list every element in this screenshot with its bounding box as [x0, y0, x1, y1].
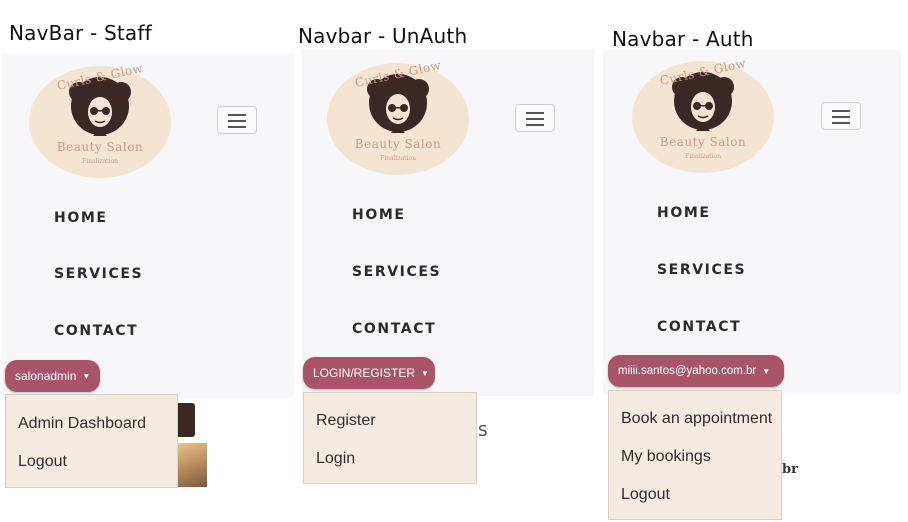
hamburger-icon-bar	[228, 126, 246, 128]
caption-staff: NavBar - Staff	[9, 21, 152, 45]
menu-item-login[interactable]: Login	[316, 450, 355, 468]
hamburger-icon-bar	[832, 110, 850, 112]
logo-tagline: Finalization	[380, 155, 416, 162]
dropdown-menu-staff: Admin Dashboard Logout	[5, 394, 178, 488]
background-avatar	[178, 443, 207, 487]
nav-contact[interactable]: CONTACT	[352, 321, 436, 337]
menu-item-register[interactable]: Register	[316, 412, 376, 430]
hamburger-icon-bar	[832, 122, 850, 124]
hamburger-icon-bar	[526, 118, 544, 120]
logo-name: Beauty Salon	[659, 135, 747, 149]
user-dropdown-button[interactable]: salonadmin ▼	[5, 360, 100, 392]
menu-item-book-appointment[interactable]: Book an appointment	[621, 410, 772, 428]
logo-tagline: Finalization	[82, 158, 118, 165]
nav-services[interactable]: SERVICES	[54, 266, 143, 282]
brand-logo[interactable]: Curls & Glow Beauty Salon Finalization	[632, 56, 774, 173]
nav-home[interactable]: HOME	[657, 205, 711, 221]
user-email-dropdown-button[interactable]: miiii.santos@yahoo.com.br ▼	[608, 355, 784, 387]
caption-auth: Navbar - Auth	[612, 27, 754, 51]
nav-contact[interactable]: CONTACT	[657, 319, 741, 335]
login-register-dropdown-button[interactable]: LOGIN/REGISTER ▼	[303, 357, 435, 389]
hamburger-icon-bar	[832, 116, 850, 118]
caret-down-icon: ▼	[82, 371, 91, 381]
nav-home[interactable]: HOME	[352, 207, 406, 223]
menu-toggle-button[interactable]	[821, 102, 861, 130]
nav-services[interactable]: SERVICES	[352, 264, 441, 280]
hamburger-icon-bar	[526, 112, 544, 114]
dropdown-menu-unauth: Register Login	[303, 392, 477, 484]
hamburger-icon-bar	[228, 114, 246, 116]
menu-toggle-button[interactable]	[515, 104, 555, 132]
menu-toggle-button[interactable]	[217, 106, 257, 134]
background-text-fragment: br	[782, 462, 798, 477]
hamburger-icon-bar	[228, 120, 246, 122]
nav-home[interactable]: HOME	[54, 210, 108, 226]
menu-item-my-bookings[interactable]: My bookings	[621, 448, 711, 466]
caret-down-icon: ▼	[421, 368, 429, 378]
menu-item-admin-dashboard[interactable]: Admin Dashboard	[18, 415, 146, 433]
dropdown-label: salonadmin	[15, 369, 77, 383]
dropdown-label: miiii.santos@yahoo.com.br	[618, 365, 757, 377]
menu-item-logout[interactable]: Logout	[621, 486, 670, 504]
dropdown-menu-auth: Book an appointment My bookings Logout	[608, 390, 782, 520]
menu-item-logout[interactable]: Logout	[18, 453, 67, 471]
logo-name: Beauty Salon	[354, 137, 442, 151]
nav-contact[interactable]: CONTACT	[54, 323, 138, 339]
logo-tagline: Finalization	[685, 153, 721, 160]
caption-unauth: Navbar - UnAuth	[298, 24, 468, 48]
brand-logo[interactable]: Curls & Glow Beauty Salon Finalization	[327, 58, 469, 175]
logo-name: Beauty Salon	[56, 140, 144, 154]
brand-logo[interactable]: Curls & Glow Beauty Salon Finalization	[29, 61, 171, 178]
hamburger-icon-bar	[526, 124, 544, 126]
nav-services[interactable]: SERVICES	[657, 262, 746, 278]
background-text-fragment: S	[478, 422, 488, 440]
caret-down-icon: ▼	[762, 366, 771, 376]
dropdown-label: LOGIN/REGISTER	[313, 366, 416, 380]
